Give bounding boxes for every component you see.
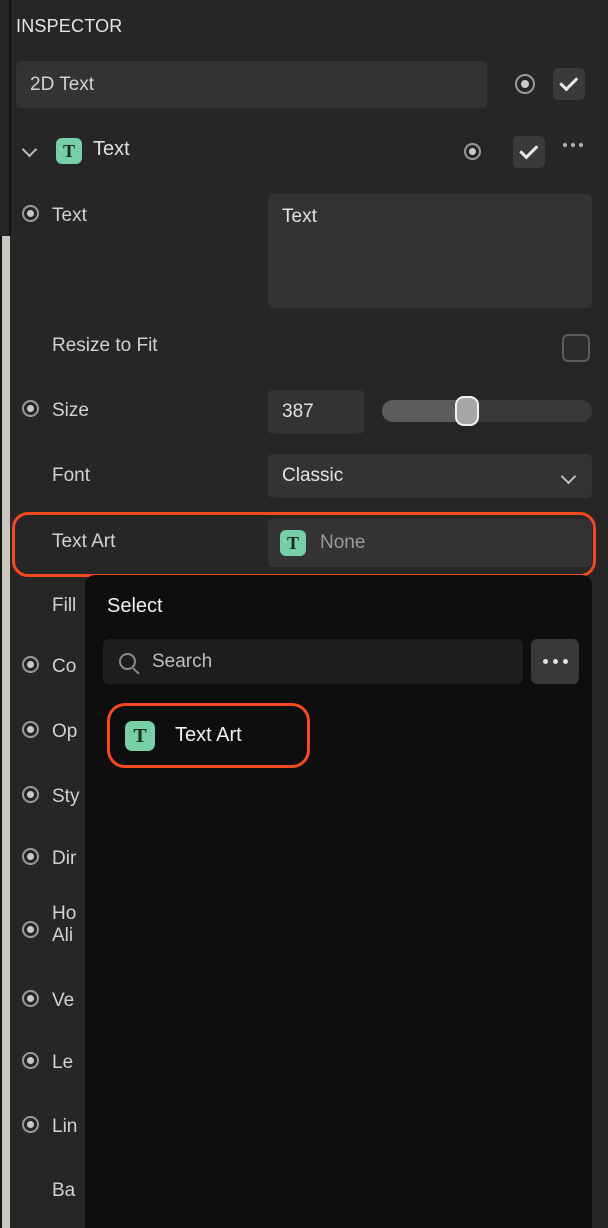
property-label: Dir bbox=[52, 848, 77, 869]
record-icon[interactable] bbox=[22, 921, 39, 938]
property-label: Ho Ali bbox=[52, 903, 77, 947]
property-label: Text bbox=[52, 205, 87, 226]
popup-more-button[interactable] bbox=[531, 639, 579, 684]
property-label: Text Art bbox=[52, 531, 116, 552]
text-art-icon: T bbox=[56, 138, 82, 164]
record-icon[interactable] bbox=[22, 721, 39, 738]
text-art-icon: T bbox=[125, 720, 155, 751]
search-input[interactable]: Search bbox=[103, 639, 523, 684]
property-label: Font bbox=[52, 465, 91, 486]
option-label: Text Art bbox=[175, 724, 242, 746]
page-title: INSPECTOR bbox=[16, 16, 123, 36]
record-icon[interactable] bbox=[22, 990, 39, 1007]
property-label: Resize to Fit bbox=[52, 335, 158, 356]
record-icon[interactable] bbox=[22, 400, 39, 417]
property-row-text-art[interactable]: Text Art T None bbox=[12, 512, 596, 577]
chevron-down-icon bbox=[560, 468, 577, 485]
chevron-down-icon[interactable] bbox=[24, 144, 36, 151]
panel-scrollbar[interactable] bbox=[2, 236, 10, 1228]
inspector-panel: INSPECTOR 2D Text T Text Text Text Resiz… bbox=[0, 0, 608, 1228]
property-label: Ve bbox=[52, 990, 75, 1011]
search-icon bbox=[119, 653, 136, 670]
property-label: Le bbox=[52, 1052, 74, 1073]
text-value-textarea[interactable]: Text bbox=[268, 194, 592, 308]
enable-check-button[interactable] bbox=[553, 68, 585, 100]
size-slider[interactable] bbox=[382, 396, 592, 426]
search-placeholder: Search bbox=[152, 650, 213, 672]
component-name-label: Text bbox=[93, 138, 130, 160]
resize-to-fit-checkbox[interactable] bbox=[562, 334, 590, 362]
property-label: Size bbox=[52, 400, 89, 421]
panel-left-rule bbox=[9, 0, 11, 236]
component-record-icon[interactable] bbox=[464, 143, 481, 160]
slider-fill bbox=[382, 400, 466, 422]
record-icon[interactable] bbox=[22, 656, 39, 673]
ellipsis-icon[interactable] bbox=[563, 143, 583, 147]
property-label-background: Ba bbox=[52, 1180, 76, 1201]
option-text-art[interactable]: T Text Art bbox=[107, 703, 310, 768]
property-label: Co bbox=[52, 656, 77, 677]
record-icon[interactable] bbox=[515, 74, 535, 94]
popup-title: Select bbox=[107, 595, 163, 617]
property-label: Op bbox=[52, 721, 78, 742]
property-label: Lin bbox=[52, 1116, 78, 1137]
object-name-input[interactable]: 2D Text bbox=[16, 61, 487, 108]
select-popup: Select Search T Text Art bbox=[85, 575, 592, 1228]
component-header[interactable]: T Text bbox=[0, 131, 608, 173]
text-art-value-field[interactable]: T None bbox=[268, 519, 592, 567]
slider-thumb[interactable] bbox=[455, 396, 479, 426]
record-icon[interactable] bbox=[22, 1116, 39, 1133]
check-icon bbox=[518, 140, 538, 160]
component-enable-button[interactable] bbox=[513, 136, 545, 168]
font-select[interactable]: Classic bbox=[268, 454, 592, 498]
record-icon[interactable] bbox=[22, 205, 39, 222]
text-art-value: None bbox=[320, 532, 366, 553]
list-item[interactable]: T Text Art bbox=[107, 703, 310, 768]
record-icon[interactable] bbox=[22, 848, 39, 865]
property-label: Sty bbox=[52, 786, 80, 807]
font-select-value: Classic bbox=[282, 465, 344, 486]
record-icon[interactable] bbox=[22, 786, 39, 803]
check-icon bbox=[558, 72, 578, 92]
size-input[interactable]: 387 bbox=[268, 390, 364, 434]
property-label-fill: Fill bbox=[52, 595, 77, 616]
record-icon[interactable] bbox=[22, 1052, 39, 1069]
text-art-icon: T bbox=[280, 530, 306, 556]
